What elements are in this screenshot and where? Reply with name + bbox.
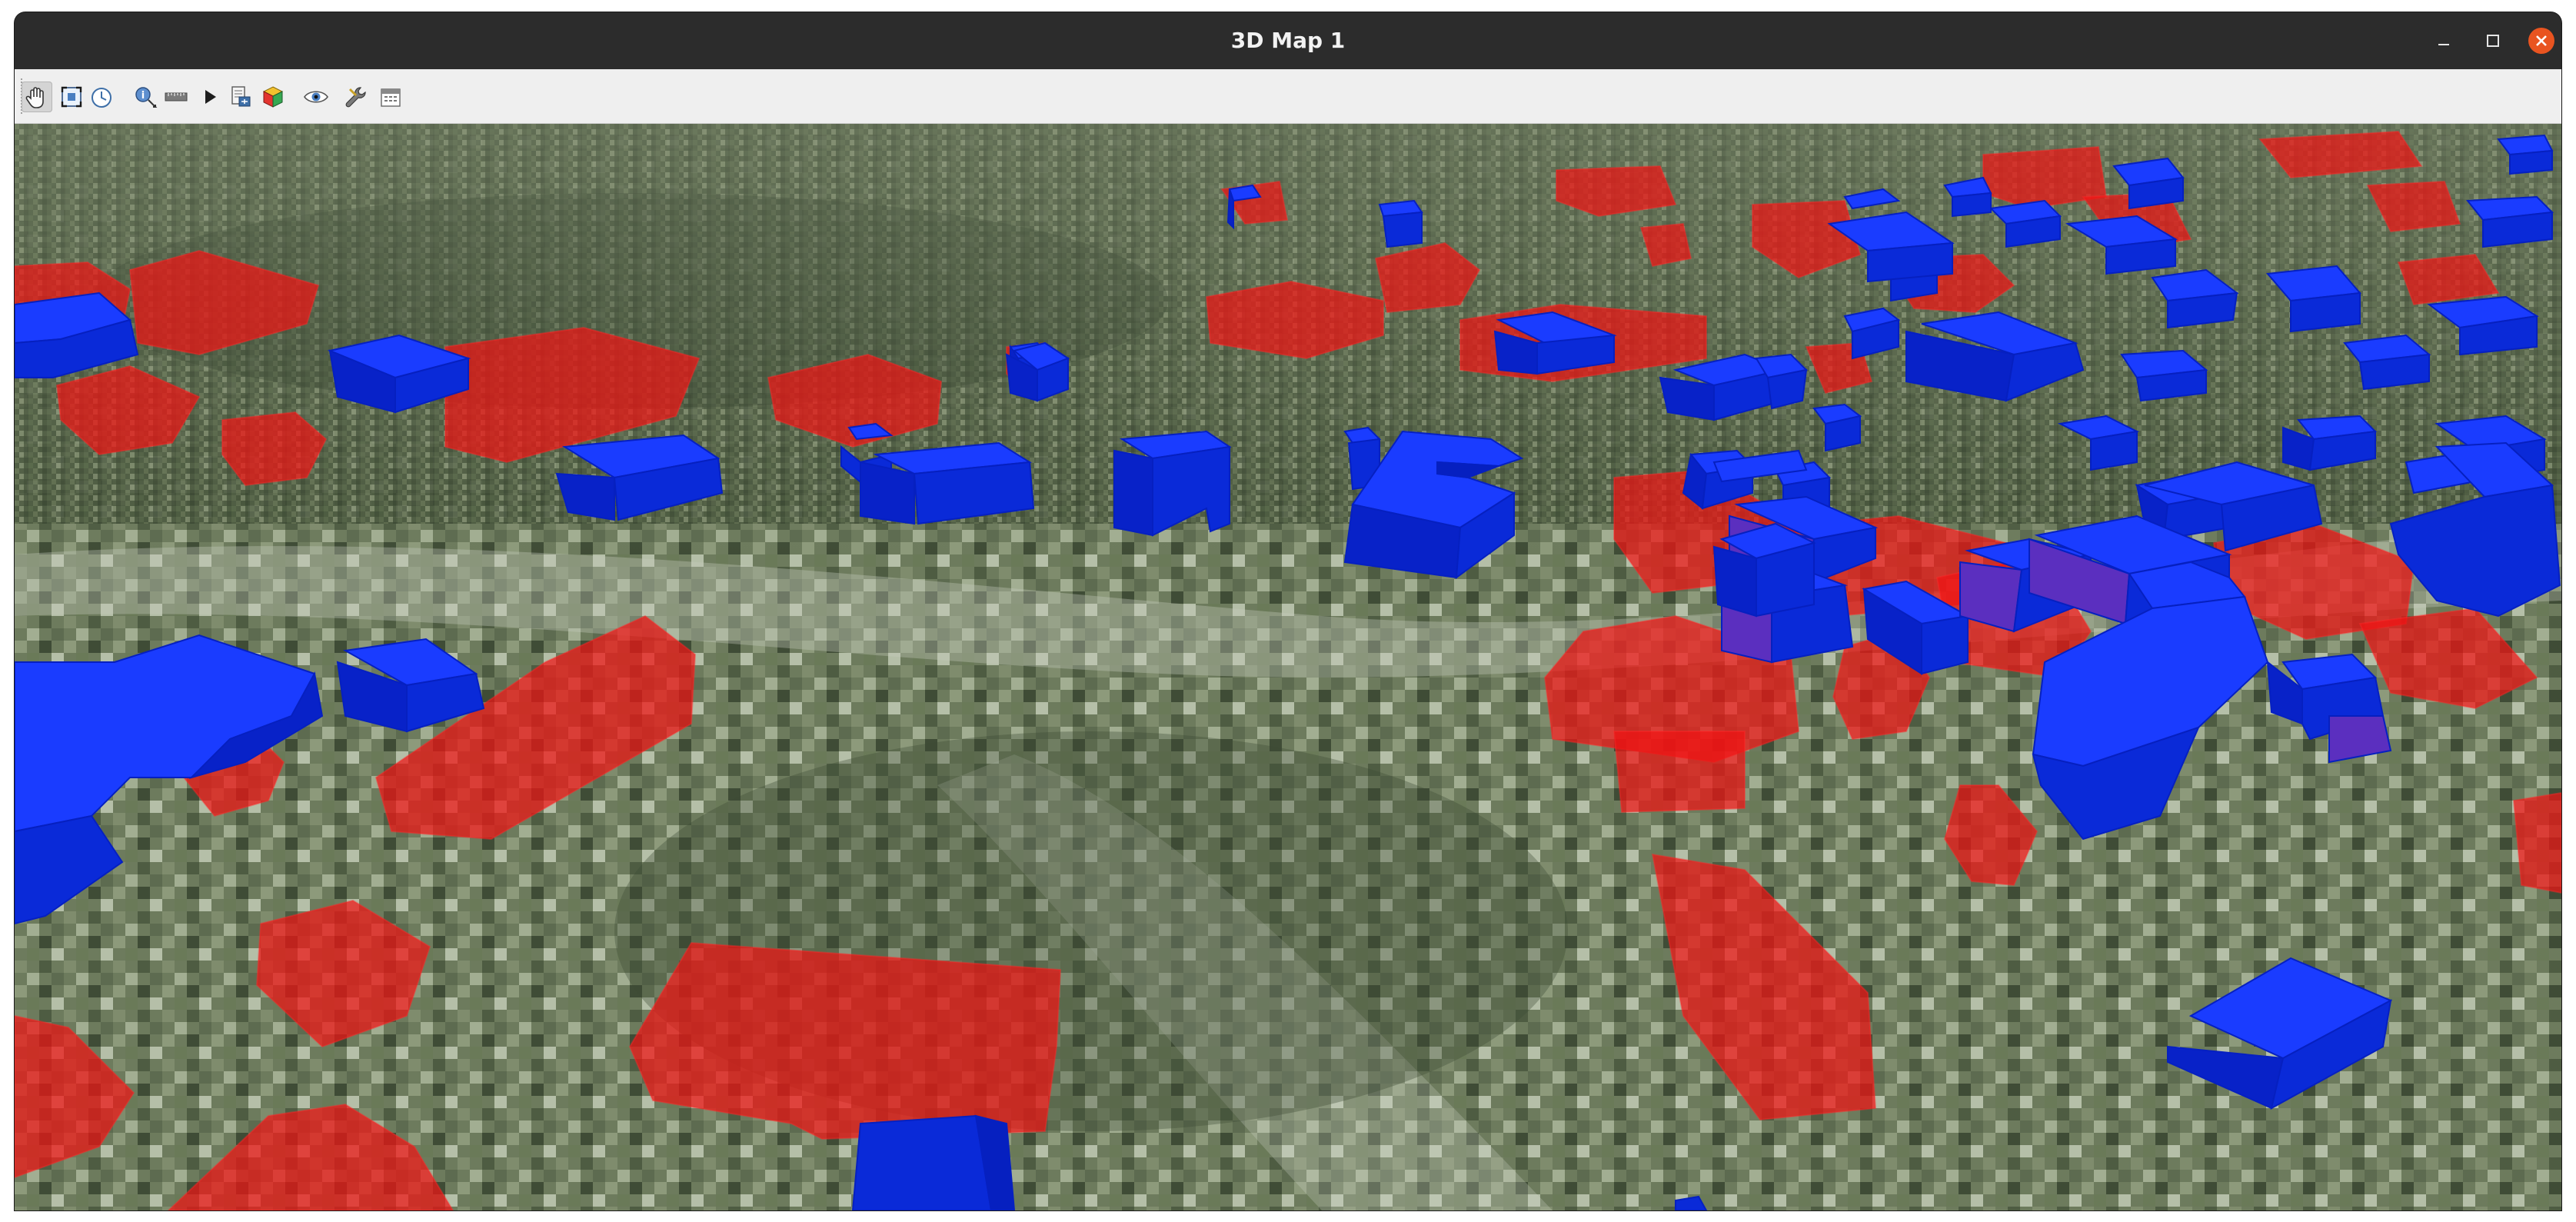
- wrench-icon: [345, 87, 366, 108]
- blue-building: [1378, 199, 1423, 248]
- measure-tool-button[interactable]: [161, 82, 191, 112]
- hand-icon: [25, 87, 44, 108]
- 3d-map-viewport[interactable]: [15, 124, 2561, 1210]
- clock-icon: [92, 88, 111, 108]
- blue-building: [1712, 522, 1816, 618]
- zoom-full-icon: [61, 86, 82, 108]
- blue-building: [1943, 176, 1992, 218]
- options-button[interactable]: [375, 82, 406, 112]
- maximize-icon: [2487, 35, 2499, 47]
- blue-building: [860, 441, 1035, 525]
- identify-icon: i: [135, 87, 158, 108]
- 3d-scene[interactable]: [15, 124, 2561, 1210]
- play-icon: [205, 90, 216, 104]
- map-window: 3D Map 1 i: [15, 12, 2561, 1210]
- title-bar[interactable]: 3D Map 1: [15, 12, 2561, 69]
- cube-icon: [262, 86, 284, 108]
- export-scene-button[interactable]: [225, 82, 256, 112]
- ruler-icon: [165, 92, 188, 102]
- maximize-button[interactable]: [2478, 25, 2508, 56]
- camera-visibility-button[interactable]: [301, 82, 331, 112]
- blue-building: [851, 1114, 1016, 1210]
- blue-building: [1005, 341, 1070, 402]
- map-themes-button[interactable]: [258, 82, 288, 112]
- zoom-full-button[interactable]: [56, 82, 87, 112]
- calendar-icon: [381, 88, 401, 107]
- identify-tool-button[interactable]: i: [130, 82, 161, 112]
- animations-button[interactable]: [195, 82, 225, 112]
- configure-button[interactable]: [341, 82, 371, 112]
- pan-tool-button[interactable]: [22, 82, 52, 112]
- red-building: [2512, 791, 2561, 894]
- minimize-icon: [2438, 44, 2449, 45]
- minimize-button[interactable]: [2428, 25, 2459, 56]
- close-icon: [2528, 28, 2554, 54]
- export-icon: [231, 86, 251, 107]
- eye-icon: [304, 91, 328, 103]
- close-button[interactable]: [2526, 25, 2557, 56]
- toggle-camera-button[interactable]: [86, 82, 117, 112]
- red-building: [1612, 731, 1746, 814]
- svg-text:i: i: [141, 90, 145, 102]
- toolbar: i: [15, 69, 2561, 124]
- window-title: 3D Map 1: [1230, 28, 1346, 53]
